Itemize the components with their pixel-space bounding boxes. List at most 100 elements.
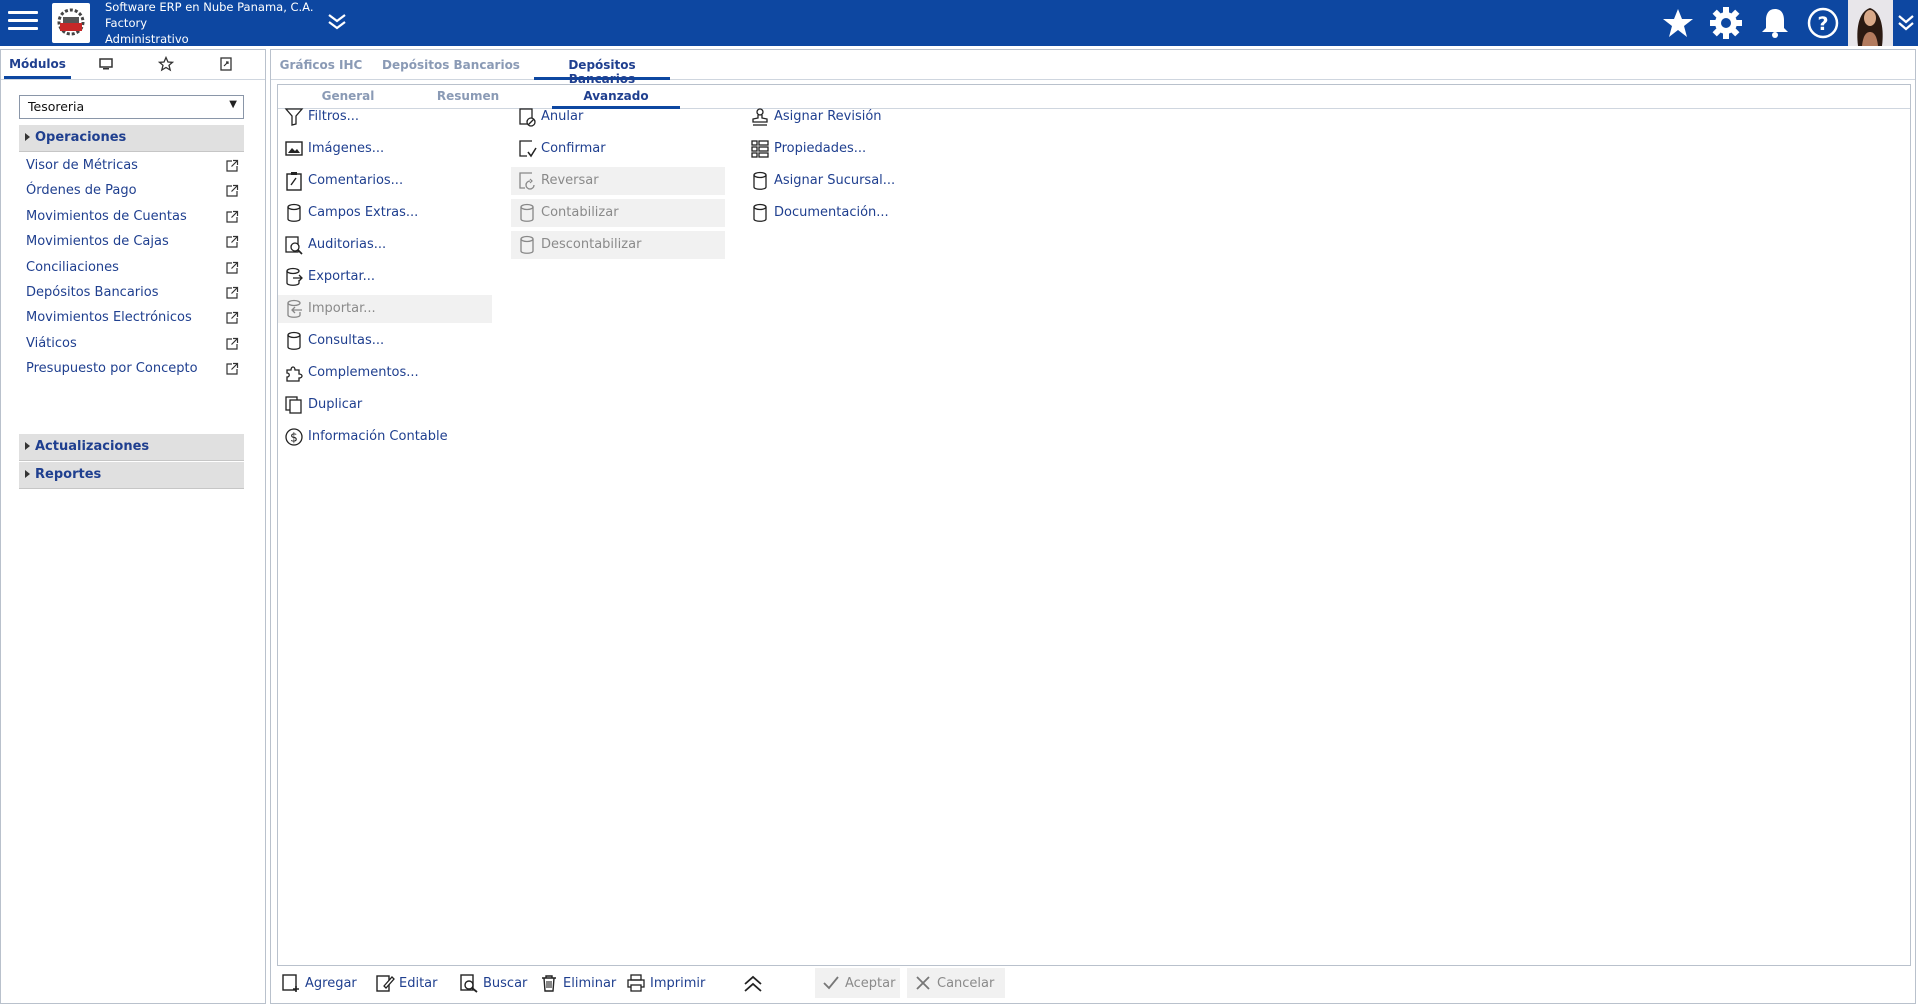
tab-depositos-bancarios-1[interactable]: Depósitos Bancarios [377,50,525,80]
group-reportes[interactable]: Reportes [19,462,244,489]
help-icon[interactable]: ? [1806,6,1840,40]
aceptar-button[interactable]: Aceptar [815,968,900,998]
menu-item-label: Movimientos de Cuentas [26,209,187,224]
tab-modulos[interactable]: Módulos [4,50,71,79]
confirm-icon [519,140,537,158]
tab-enlaces[interactable] [201,50,251,79]
documentacion-action[interactable]: Documentación... [744,199,944,227]
group-label: Reportes [35,467,102,482]
consultas-action[interactable]: Consultas... [278,327,492,355]
properties-icon [751,140,769,158]
auditorias-action[interactable]: Auditorias... [278,231,492,259]
menu-item-ordenes-de-pago[interactable]: Órdenes de Pago [19,179,244,203]
external-link-icon[interactable] [225,235,239,249]
database-icon [287,331,301,350]
asignar-revision-action[interactable]: Asignar Revisión [744,103,944,131]
menu-item-movimientos-de-cajas[interactable]: Movimientos de Cajas [19,230,244,254]
campos-extras-action[interactable]: Campos Extras... [278,199,492,227]
module-select[interactable]: Tesoreria ▼ [19,95,244,119]
svg-text:?: ? [1817,13,1828,35]
chevron-down-icon[interactable] [1895,10,1917,34]
cancelar-button[interactable]: Cancelar [907,968,1005,998]
editar-button[interactable]: Editar [373,968,439,998]
filtros-action[interactable]: Filtros... [278,103,492,131]
duplicar-action[interactable]: Duplicar [278,391,492,419]
importar-action[interactable]: Importar... [278,295,492,323]
export-icon [286,267,303,286]
avatar[interactable] [1848,0,1893,46]
tab-monitor[interactable] [81,50,131,79]
filter-icon [284,108,304,126]
clipboard-icon [286,172,302,191]
contabilizar-action-label: Contabilizar [541,205,619,220]
tab-favoritos[interactable] [141,50,191,79]
caret-right-icon [25,470,30,478]
link-icon [220,57,232,71]
menu-item-movimientos-electronicos[interactable]: Movimientos Electrónicos [19,306,244,330]
duplicar-action-label: Duplicar [308,397,363,412]
imprimir-button[interactable]: Imprimir [624,968,705,998]
agregar-label: Agregar [305,976,357,991]
agregar-button[interactable]: Agregar [279,968,357,998]
menu-item-label: Conciliaciones [26,260,119,275]
anular-action[interactable]: Anular [511,103,725,131]
menu-item-movimientos-de-cuentas[interactable]: Movimientos de Cuentas [19,205,244,229]
external-link-icon[interactable] [225,286,239,300]
descontabilizar-action[interactable]: Descontabilizar [511,231,725,259]
check-icon [823,976,839,990]
menu-item-visor-de-metricas[interactable]: Visor de Métricas [19,154,244,178]
complementos-action[interactable]: Complementos... [278,359,492,387]
propiedades-action[interactable]: Propiedades... [744,135,944,163]
external-link-icon[interactable] [225,337,239,351]
company-logo[interactable] [52,3,90,43]
menu-item-presupuesto-por-concepto[interactable]: Presupuesto por Concepto [19,357,244,381]
group-operaciones[interactable]: Operaciones [19,125,244,152]
bell-icon[interactable] [1758,6,1792,40]
group-label: Actualizaciones [35,439,150,454]
tab-depositos-bancarios-2[interactable]: Depósitos Bancarios [534,50,670,86]
gear-icon[interactable] [1709,6,1743,40]
asignar-sucursal-action[interactable]: Asignar Sucursal... [744,167,944,195]
image-icon [285,141,303,156]
edit-icon [376,975,395,992]
informacion-contable-action-label: Información Contable [308,429,448,444]
menu-item-conciliaciones[interactable]: Conciliaciones [19,256,244,280]
eliminar-label: Eliminar [563,976,617,991]
imagenes-action[interactable]: Imágenes... [278,135,492,163]
external-link-icon[interactable] [225,311,239,325]
reversar-action[interactable]: Reversar [511,167,725,195]
chevron-down-icon[interactable] [325,10,349,34]
buscar-button[interactable]: Buscar [457,968,527,998]
documentacion-action-label: Documentación... [774,205,889,220]
external-link-icon[interactable] [225,261,239,275]
caret-right-icon [25,442,30,450]
informacion-contable-action[interactable]: $ Información Contable [278,423,492,451]
chevron-up-icon[interactable] [742,973,764,995]
external-link-icon[interactable] [225,184,239,198]
menu-icon[interactable] [6,6,40,40]
exportar-action[interactable]: Exportar... [278,263,492,291]
comentarios-action[interactable]: Comentarios... [278,167,492,195]
campos-extras-action-label: Campos Extras... [308,205,419,220]
external-link-icon[interactable] [225,210,239,224]
search-icon [460,974,478,993]
stamp-icon [752,108,768,126]
confirmar-action[interactable]: Confirmar [511,135,725,163]
complementos-action-label: Complementos... [308,365,419,380]
eliminar-button[interactable]: Eliminar [537,968,617,998]
external-link-icon[interactable] [225,159,239,173]
group-actualizaciones[interactable]: Actualizaciones [19,434,244,461]
asignar-sucursal-action-label: Asignar Sucursal... [774,173,896,188]
confirmar-action-label: Confirmar [541,141,606,156]
puzzle-icon [286,366,303,382]
menu-item-depositos-bancarios[interactable]: Depósitos Bancarios [19,281,244,305]
contabilizar-action[interactable]: Contabilizar [511,199,725,227]
cancel-doc-icon [519,108,536,127]
anular-action-label: Anular [541,109,584,124]
external-link-icon[interactable] [225,362,239,376]
tab-graficos-ihc[interactable]: Gráficos IHC [277,50,365,80]
menu-item-viaticos[interactable]: Viáticos [19,332,244,356]
company-name: Software ERP en Nube Panama, C.A. [105,0,314,14]
menu-item-label: Visor de Métricas [26,158,138,173]
star-icon[interactable] [1661,6,1695,40]
